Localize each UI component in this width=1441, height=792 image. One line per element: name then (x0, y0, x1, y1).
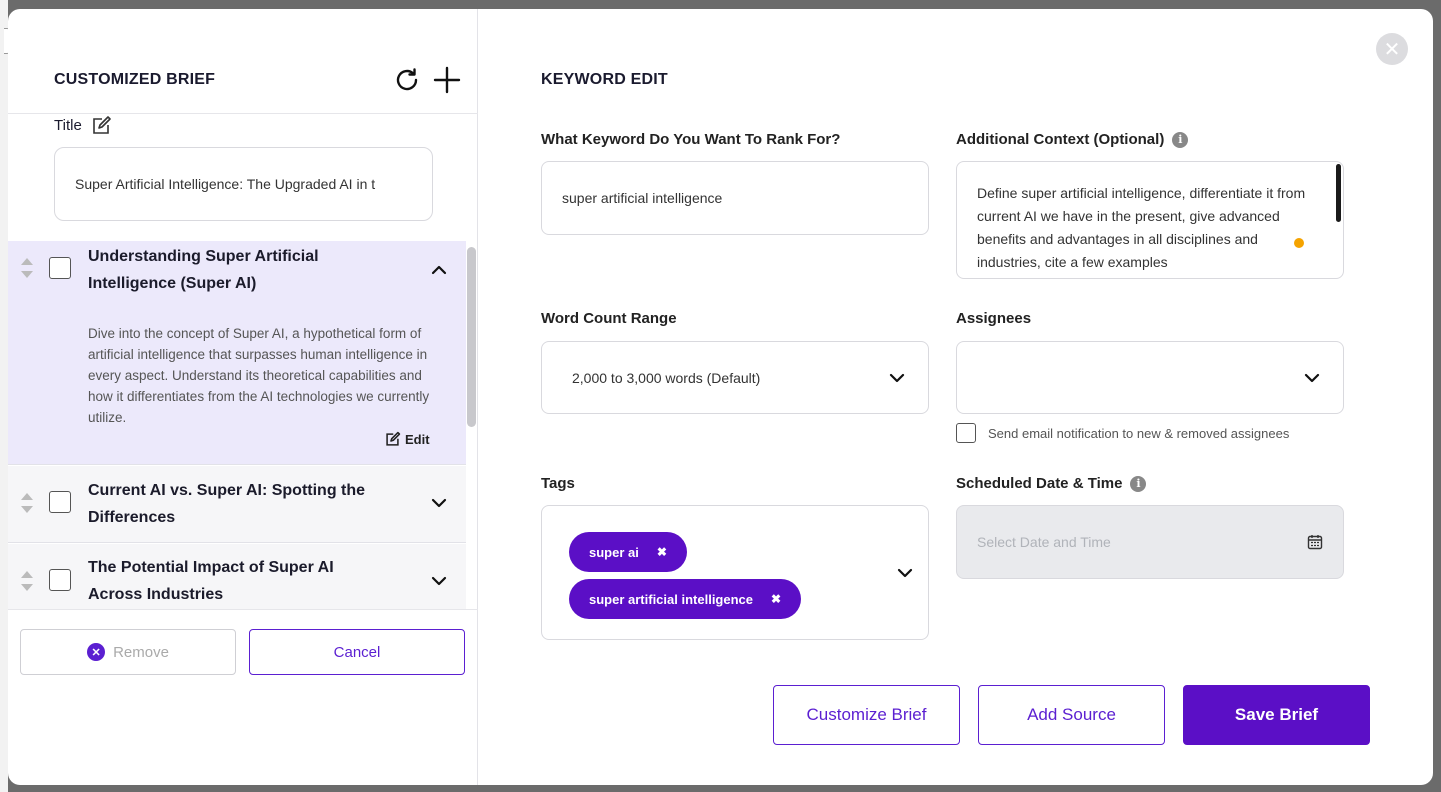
context-label: Additional Context (Optional) i (956, 131, 1189, 148)
drag-handle-icon[interactable] (20, 570, 34, 592)
tag-remove-icon[interactable]: ✖ (771, 592, 781, 606)
chevron-up-icon[interactable] (428, 259, 450, 281)
outline-checkbox[interactable] (49, 569, 71, 591)
context-textarea[interactable]: Define super artificial intelligence, di… (956, 161, 1344, 279)
date-label: Scheduled Date & Time i (956, 475, 1147, 492)
outline-item-title: The Potential Impact of Super AI Across … (88, 559, 334, 603)
backdrop (0, 0, 10, 792)
refresh-icon[interactable] (392, 65, 422, 95)
context-text: Define super artificial intelligence, di… (977, 185, 1306, 270)
notify-option[interactable]: Send email notification to new & removed… (956, 423, 1289, 443)
info-icon[interactable]: i (1172, 131, 1189, 148)
drag-handle-icon[interactable] (20, 492, 34, 514)
drag-handle-icon[interactable] (20, 257, 34, 279)
notify-label: Send email notification to new & removed… (988, 425, 1290, 441)
outline-list: Understanding Super Artificial Intellige… (8, 241, 478, 610)
customize-brief-button[interactable]: Customize Brief (773, 685, 960, 745)
outline-item[interactable]: Current AI vs. Super AI: Spotting the Di… (8, 466, 466, 543)
panel-heading: CUSTOMIZED BRIEF (54, 71, 216, 88)
customized-brief-panel: CUSTOMIZED BRIEF Title Super Artificial … (8, 9, 478, 785)
info-icon[interactable]: i (1130, 475, 1147, 492)
edit-label: Edit (405, 432, 430, 447)
keyword-label: What Keyword Do You Want To Rank For? (541, 131, 841, 148)
chevron-down-icon[interactable] (428, 492, 450, 514)
save-brief-button[interactable]: Save Brief (1183, 685, 1370, 745)
outline-checkbox[interactable] (49, 257, 71, 279)
panel-heading: KEYWORD EDIT (541, 71, 668, 88)
tags-select[interactable]: super ai ✖ super artificial intelligence ✖ (541, 505, 929, 640)
tag-chip[interactable]: super artificial intelligence ✖ (569, 579, 802, 619)
tag-remove-icon[interactable]: ✖ (657, 545, 667, 559)
outline-item-title: Current AI vs. Super AI: Spotting the Di… (88, 482, 366, 526)
edit-section-button[interactable]: Edit (384, 431, 430, 448)
chevron-down-icon (1304, 373, 1320, 382)
wordcount-select[interactable]: 2,000 to 3,000 words (Default) (541, 341, 929, 414)
date-picker[interactable]: Select Date and Time (956, 505, 1344, 579)
outline-scrollbar[interactable] (467, 247, 476, 427)
remove-button[interactable]: ✕ Remove (20, 629, 236, 675)
context-scrollbar[interactable] (1336, 164, 1341, 222)
keyword-input[interactable]: super artificial intelligence (541, 161, 929, 235)
chevron-down-icon (889, 373, 905, 382)
remove-label: Remove (113, 643, 169, 661)
close-icon[interactable]: ✕ (1376, 33, 1408, 65)
outline-checkbox[interactable] (49, 491, 71, 513)
remove-icon: ✕ (87, 643, 106, 661)
title-label: Title (54, 117, 82, 134)
header-divider (8, 113, 478, 114)
wordcount-value: 2,000 to 3,000 words (Default) (572, 369, 761, 386)
add-source-button[interactable]: Add Source (978, 685, 1165, 745)
assignees-label: Assignees (956, 310, 1032, 327)
wordcount-label: Word Count Range (541, 310, 677, 327)
assignees-select[interactable] (956, 341, 1344, 414)
outline-item[interactable]: The Potential Impact of Super AI Across … (8, 544, 466, 610)
keyword-edit-panel: KEYWORD EDIT ✕ What Keyword Do You Want … (479, 9, 1433, 785)
title-input[interactable]: Super Artificial Intelligence: The Upgra… (54, 147, 433, 221)
cancel-button[interactable]: Cancel (249, 629, 465, 675)
outline-item-description: Dive into the concept of Super AI, a hyp… (88, 326, 430, 425)
outline-item-title: Understanding Super Artificial Intellige… (88, 248, 319, 292)
outline-item[interactable]: Understanding Super Artificial Intellige… (8, 241, 466, 465)
plus-icon[interactable] (432, 65, 462, 95)
brief-modal: CUSTOMIZED BRIEF Title Super Artificial … (8, 9, 1433, 785)
tags-label: Tags (541, 475, 575, 492)
calendar-icon[interactable] (1307, 534, 1323, 550)
edit-icon[interactable] (90, 115, 112, 137)
edit-icon (386, 431, 401, 446)
chevron-down-icon[interactable] (894, 562, 916, 584)
chevron-down-icon[interactable] (428, 570, 450, 592)
tag-chip[interactable]: super ai ✖ (569, 532, 687, 572)
footer-divider (8, 609, 478, 610)
status-dot (1294, 238, 1304, 248)
date-placeholder: Select Date and Time (977, 534, 1111, 550)
notify-checkbox[interactable] (956, 423, 976, 443)
